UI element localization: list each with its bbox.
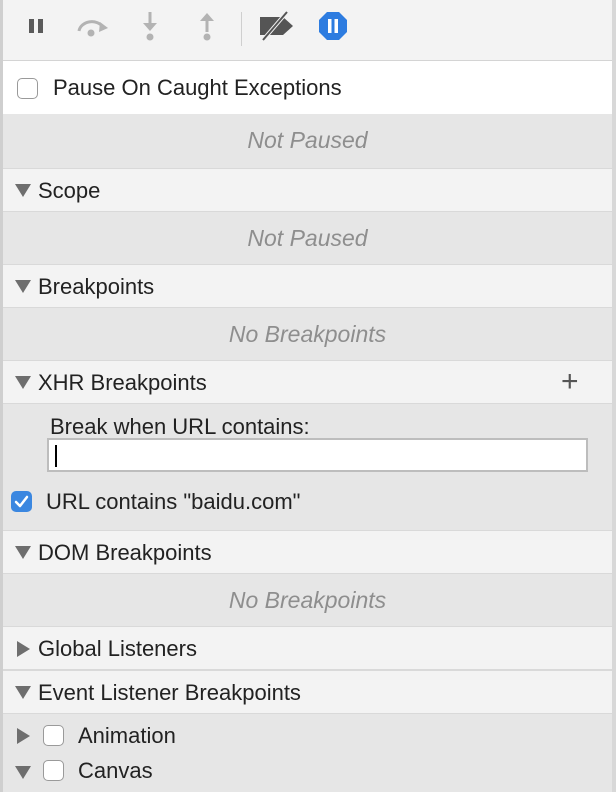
disclosure-triangle-icon [17,641,30,657]
call-stack-empty: Not Paused [3,114,612,168]
pause-on-caught-checkbox[interactable] [17,78,38,99]
toolbar-separator [241,12,242,46]
global-listeners-title: Global Listeners [38,636,197,661]
section-header-xhr-breakpoints[interactable]: XHR Breakpoints + [3,360,612,404]
event-listener-breakpoints-title: Event Listener Breakpoints [38,680,301,705]
step-into-button[interactable] [133,10,167,46]
pause-on-caught-label: Pause On Caught Exceptions [53,75,342,100]
dom-breakpoints-title: DOM Breakpoints [38,540,212,565]
disclosure-triangle-icon [15,280,31,293]
pause-on-exceptions-icon [318,11,348,46]
section-header-scope[interactable]: Scope [3,168,612,212]
deactivate-breakpoints-icon [257,10,295,46]
step-out-button[interactable] [190,10,224,46]
xhr-breakpoint-label: URL contains "baidu.com" [46,489,301,514]
event-category-canvas[interactable]: Canvas [3,754,603,790]
disclosure-triangle-icon[interactable] [15,766,31,779]
event-category-label: Animation [78,723,176,748]
disclosure-triangle-icon [15,376,31,389]
pause-icon [25,15,47,42]
debugger-toolbar [3,0,612,61]
xhr-breakpoint-checkbox[interactable] [11,491,32,512]
xhr-input-label: Break when URL contains: [50,414,310,439]
text-caret [55,445,57,467]
checkmark-icon [14,495,29,508]
step-over-button[interactable] [75,10,109,46]
debugger-sidebar: Pause On Caught Exceptions Not Paused Sc… [0,0,616,792]
step-over-icon [74,14,110,43]
disclosure-triangle-icon[interactable] [17,728,30,744]
breakpoints-empty: No Breakpoints [3,308,612,360]
pause-on-exceptions-button[interactable] [316,10,350,46]
event-category-checkbox[interactable] [43,760,64,781]
scope-empty: Not Paused [3,212,612,264]
disclosure-triangle-icon [15,686,31,699]
section-header-event-listener-breakpoints[interactable]: Event Listener Breakpoints [3,670,612,714]
step-into-icon [140,10,160,47]
breakpoints-title: Breakpoints [38,274,155,299]
section-header-dom-breakpoints[interactable]: DOM Breakpoints [3,530,612,574]
xhr-url-input[interactable] [47,438,588,472]
disclosure-triangle-icon [15,546,31,559]
deactivate-breakpoints-button[interactable] [259,10,293,46]
scrollbar-track[interactable] [612,0,616,792]
plus-icon[interactable]: + [561,367,579,397]
pause-button[interactable] [19,10,53,46]
pause-on-caught-row[interactable]: Pause On Caught Exceptions [3,61,612,113]
event-category-checkbox[interactable] [43,725,64,746]
step-out-icon [197,10,217,47]
dom-breakpoints-empty: No Breakpoints [3,574,612,626]
event-category-label: Canvas [78,758,153,783]
disclosure-triangle-icon [15,184,31,197]
event-listener-categories: Animation Canvas [3,714,612,792]
xhr-breakpoints-title: XHR Breakpoints [38,370,207,395]
section-header-global-listeners[interactable]: Global Listeners [3,626,612,670]
event-category-animation[interactable]: Animation [3,718,603,754]
section-header-breakpoints[interactable]: Breakpoints [3,264,612,308]
scope-title: Scope [38,178,101,203]
xhr-breakpoint-item[interactable]: URL contains "baidu.com" [3,482,612,522]
